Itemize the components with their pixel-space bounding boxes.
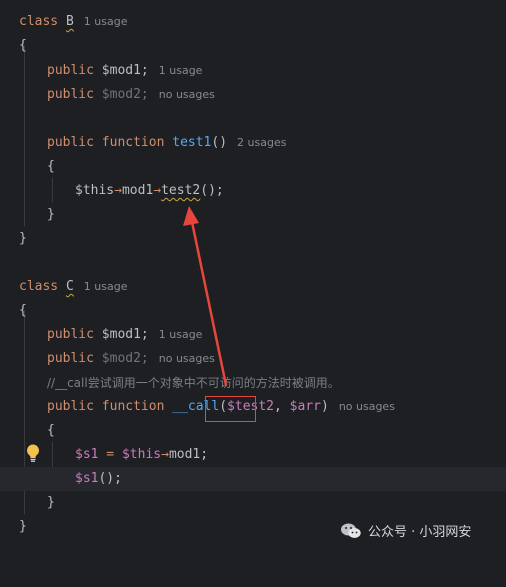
code-line: } (0, 491, 506, 515)
code-line: { (0, 299, 506, 323)
usage-hint[interactable]: 1 usage (84, 15, 128, 28)
keyword: public (47, 399, 94, 414)
usage-hint[interactable]: 1 usage (159, 64, 203, 77)
keyword: public (47, 87, 94, 102)
class-name[interactable]: B (66, 14, 74, 29)
variable: $s1 (75, 447, 99, 462)
method-call[interactable]: test2 (161, 183, 200, 198)
code-line: } (0, 203, 506, 227)
code-line: { (0, 34, 506, 58)
keyword: public (47, 327, 94, 342)
property-name: $mod2; (101, 351, 149, 366)
lightbulb-icon[interactable] (24, 443, 42, 463)
property-name: $mod1; (101, 63, 149, 78)
parameter[interactable]: $arr (290, 399, 321, 414)
code-line: $this→mod1→test2(); (0, 179, 506, 203)
watermark: 公众号 · 小羽网安 (340, 521, 471, 540)
brace: } (47, 495, 55, 510)
usage-hint[interactable]: no usages (339, 400, 395, 413)
wechat-icon (341, 523, 361, 538)
highlight-box (205, 396, 256, 422)
keyword: public (47, 351, 94, 366)
code-line: public $mod1; 1 usage (0, 59, 506, 83)
brace: } (19, 519, 27, 534)
this-var: $this (75, 183, 115, 198)
variable: $s1 (75, 471, 99, 486)
usage-hint[interactable]: 2 usages (237, 136, 286, 149)
parens: () (211, 135, 228, 150)
keyword: public (47, 63, 94, 78)
code-editor[interactable]: class B 1 usage { public $mod1; 1 usage pu… (0, 0, 506, 551)
method-name[interactable]: test1 (172, 135, 211, 150)
code-line: } (0, 227, 506, 251)
usage-hint[interactable]: 1 usage (159, 328, 203, 341)
property-access: mod1; (168, 447, 209, 462)
code-line: public $mod2; no usages (0, 347, 506, 371)
brace: } (19, 231, 27, 246)
code-line: public $mod1; 1 usage (0, 323, 506, 347)
usage-hint[interactable]: no usages (159, 88, 215, 101)
keyword: public (47, 135, 94, 150)
assign-operator: = (98, 447, 122, 462)
code-line: { (0, 155, 506, 179)
usage-hint[interactable]: no usages (159, 352, 215, 365)
call-tail: (); (200, 183, 224, 198)
current-line: $s1(); (0, 467, 506, 491)
brace: } (47, 207, 55, 222)
keyword: class (19, 14, 59, 29)
keyword: function (101, 399, 165, 414)
code-line: //__call尝试调用一个对象中不可访问的方法时被调用。 (0, 371, 506, 395)
arrow-operator: → (161, 447, 169, 462)
code-line: class B 1 usage (0, 10, 506, 34)
this-var: $this (121, 447, 162, 462)
brace: { (47, 159, 55, 174)
property-access: mod1 (121, 183, 154, 198)
code-line: $s1 = $this→mod1; (0, 443, 506, 467)
code-line: public function test1() 2 usages (0, 131, 506, 155)
paren-close: ) (320, 399, 329, 414)
code-comment: //__call尝试调用一个对象中不可访问的方法时被调用。 (47, 376, 340, 390)
brace: { (47, 423, 55, 438)
keyword: function (101, 135, 165, 150)
brace: { (19, 38, 27, 53)
code-line: class C 1 usage (0, 275, 506, 299)
call-tail: (); (98, 471, 122, 486)
code-line: public $mod2; no usages (0, 83, 506, 107)
keyword: class (19, 279, 59, 294)
usage-hint[interactable]: 1 usage (84, 280, 128, 293)
class-name[interactable]: C (66, 279, 74, 294)
brace: { (19, 303, 27, 318)
property-name: $mod1; (101, 327, 149, 342)
comma: , (274, 399, 282, 414)
arrow-operator: → (153, 183, 162, 198)
code-line: { (0, 419, 506, 443)
property-name: $mod2; (101, 87, 149, 102)
watermark-text: 公众号 · 小羽网安 (368, 525, 472, 540)
arrow-operator: → (114, 183, 122, 198)
